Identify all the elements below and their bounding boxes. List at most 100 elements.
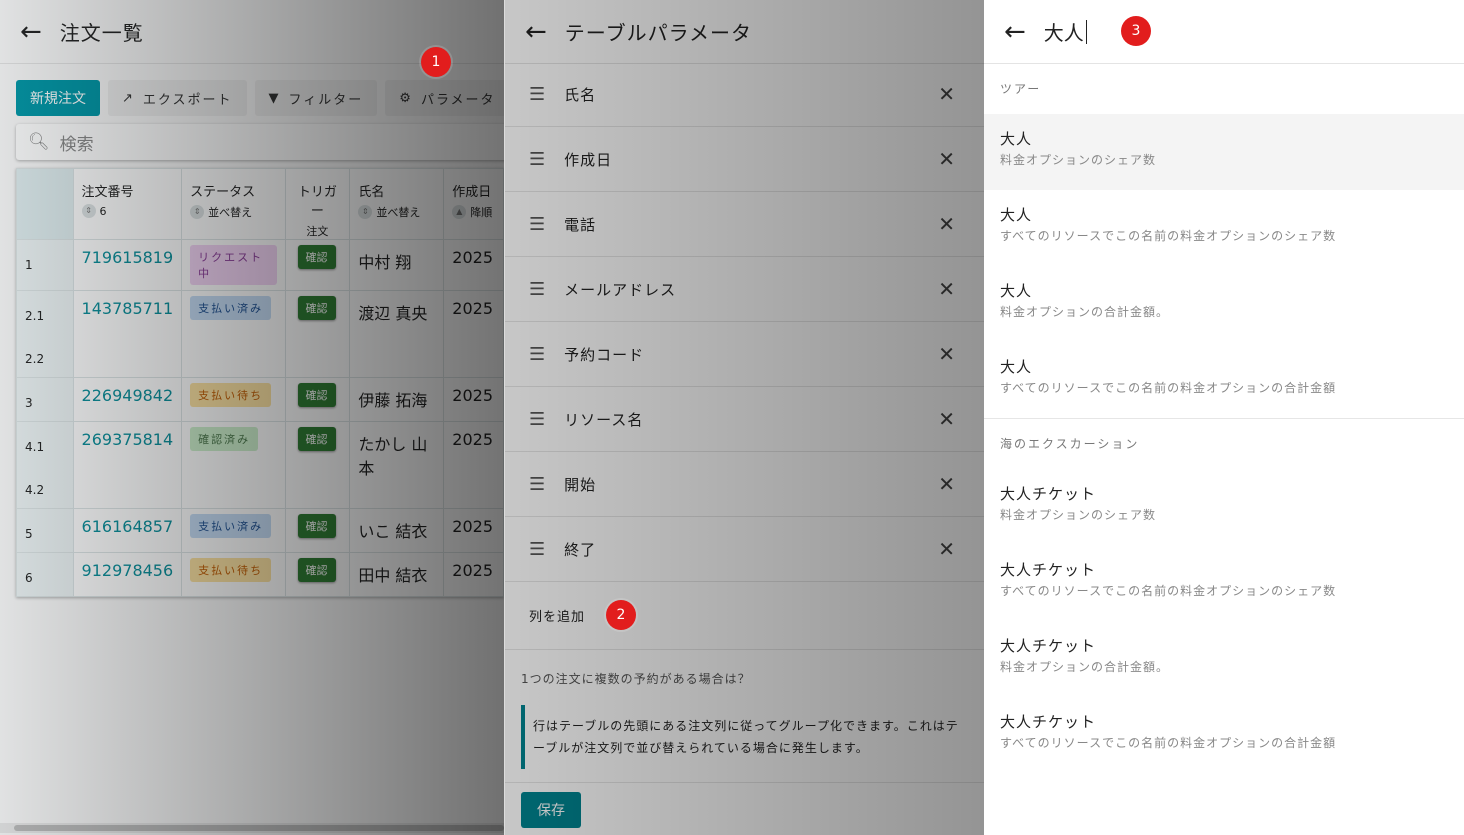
column-item[interactable]: ☰ 開始 ✕ xyxy=(505,452,984,517)
horizontal-scrollbar[interactable] xyxy=(0,823,504,833)
column-item[interactable]: ☰ 予約コード ✕ xyxy=(505,322,984,387)
order-number-link[interactable]: 616164857 xyxy=(82,517,174,536)
created-cell: 2025 xyxy=(443,552,504,597)
option-label: 大人チケット xyxy=(1000,485,1097,503)
row-number-label: 1 xyxy=(25,257,33,272)
back-arrow-icon[interactable]: ← xyxy=(1004,19,1026,45)
table-parameters-panel: ← テーブルパラメータ ☰ 氏名 ✕ ☰ 作成日 ✕ ☰ 電話 ✕ ☰ メールアドレス ✕ ☰ 予約コード… xyxy=(504,0,984,835)
parameters-header: ← テーブルパラメータ xyxy=(505,0,984,64)
drag-handle-icon[interactable]: ☰ xyxy=(529,84,546,105)
drag-handle-icon[interactable]: ☰ xyxy=(529,214,546,235)
status-cell: 支払い待ち xyxy=(181,377,286,422)
table-row[interactable]: 6 912978456 支払い待ち 確認 田中 結衣 2025 xyxy=(16,552,504,597)
close-icon[interactable]: ✕ xyxy=(938,82,956,106)
back-arrow-icon[interactable]: ← xyxy=(20,19,42,45)
table-row[interactable]: 3 226949842 支払い待ち 確認 伊藤 拓海 2025 xyxy=(16,377,504,422)
order-number-link[interactable]: 912978456 xyxy=(82,561,174,580)
column-item[interactable]: ☰ リソース名 ✕ xyxy=(505,387,984,452)
drag-handle-icon[interactable]: ☰ xyxy=(529,474,546,495)
table-row[interactable]: 5 616164857 支払い済み 確認 いこ 結衣 2025 xyxy=(16,508,504,553)
option-description: 料金オプションのシェア数 xyxy=(1000,153,1157,167)
column-header[interactable]: 氏名 ⇕ 並べ替え xyxy=(349,168,445,240)
drag-handle-icon[interactable]: ☰ xyxy=(529,279,546,300)
status-cell: 支払い済み xyxy=(181,508,286,553)
column-item[interactable]: ☰ 電話 ✕ xyxy=(505,192,984,257)
column-header[interactable]: ステータス ⇕ 並べ替え xyxy=(181,168,286,240)
column-search-input[interactable]: 大人 xyxy=(1044,17,1087,46)
order-number-link[interactable]: 226949842 xyxy=(82,386,174,405)
drag-handle-icon[interactable]: ☰ xyxy=(529,344,546,365)
order-number-link[interactable]: 719615819 xyxy=(82,248,174,267)
column-item[interactable]: ☰ 氏名 ✕ xyxy=(505,62,984,127)
marker-3: 3 xyxy=(1121,16,1151,46)
column-header-sort[interactable]: 注文 xyxy=(294,223,342,239)
column-label: 予約コード xyxy=(564,345,645,364)
option-item[interactable]: 大人 すべてのリソースでこの名前の料金オプションの合計金額 xyxy=(984,342,1464,418)
close-icon[interactable]: ✕ xyxy=(938,537,956,561)
confirm-button[interactable]: 確認 xyxy=(297,383,336,407)
sort-asc-icon: ▲ xyxy=(452,205,467,219)
option-item[interactable]: 大人チケット すべてのリソースでこの名前の料金オプションの合計金額 xyxy=(984,697,1464,773)
row-number-header xyxy=(16,168,74,240)
close-icon[interactable]: ✕ xyxy=(938,407,956,431)
add-column-button[interactable]: 列を追加 xyxy=(505,582,984,650)
drag-handle-icon[interactable]: ☰ xyxy=(529,409,546,430)
column-item[interactable]: ☰ 作成日 ✕ xyxy=(505,127,984,192)
column-header-sort[interactable]: ⇕ 並べ替え xyxy=(190,204,276,220)
column-header-sort[interactable]: ⇕ 6 xyxy=(81,204,174,218)
column-header[interactable]: 作成日 ▲ 降順 xyxy=(443,168,504,240)
column-list: ☰ 氏名 ✕ ☰ 作成日 ✕ ☰ 電話 ✕ ☰ メールアドレス ✕ ☰ 予約コード ✕ ☰ リソース名 ✕ ☰ 開始 ✕… xyxy=(505,62,984,582)
confirm-button[interactable]: 確認 xyxy=(297,245,336,269)
confirm-button[interactable]: 確認 xyxy=(297,296,336,320)
column-header-label: ステータス xyxy=(190,185,256,200)
back-arrow-icon[interactable]: ← xyxy=(525,19,547,45)
option-item[interactable]: 大人チケット すべてのリソースでこの名前の料金オプションのシェア数 xyxy=(984,545,1464,621)
order-number-link[interactable]: 269375814 xyxy=(82,430,174,449)
option-item[interactable]: 大人 料金オプションの合計金額。 xyxy=(984,266,1464,342)
status-badge: 確認済み xyxy=(190,427,259,451)
close-icon[interactable]: ✕ xyxy=(938,472,956,496)
close-icon[interactable]: ✕ xyxy=(938,212,956,236)
option-item[interactable]: 大人チケット 料金オプションのシェア数 xyxy=(984,469,1464,545)
order-number-cell[interactable]: 226949842 xyxy=(72,377,183,422)
save-button[interactable]: 保存 xyxy=(521,792,581,828)
column-header-sort[interactable]: ▲ 降順 xyxy=(452,204,495,220)
order-number-cell[interactable]: 143785711 xyxy=(72,290,183,378)
option-item[interactable]: 大人 料金オプションのシェア数 xyxy=(984,114,1464,190)
confirm-button[interactable]: 確認 xyxy=(297,558,336,582)
column-item[interactable]: ☰ メールアドレス ✕ xyxy=(505,257,984,322)
drag-handle-icon[interactable]: ☰ xyxy=(529,149,546,170)
table-row[interactable]: 2.1 2.2 143785711 支払い済み 確認 渡辺 真央 2025 xyxy=(16,290,504,378)
name-cell: 渡辺 真央 xyxy=(349,290,445,378)
new-order-button[interactable]: 新規注文 xyxy=(16,80,100,116)
order-number-cell[interactable]: 616164857 xyxy=(72,508,183,553)
export-button[interactable]: ↗ エクスポート xyxy=(108,80,247,116)
order-number-link[interactable]: 143785711 xyxy=(82,299,174,318)
column-label: リソース名 xyxy=(564,410,644,429)
column-item[interactable]: ☰ 終了 ✕ xyxy=(505,517,984,582)
confirm-button[interactable]: 確認 xyxy=(297,427,336,451)
order-number-cell[interactable]: 719615819 xyxy=(72,239,183,291)
scrollbar-thumb[interactable] xyxy=(14,825,504,831)
option-item[interactable]: 大人 すべてのリソースでこの名前の料金オプションのシェア数 xyxy=(984,190,1464,266)
option-item[interactable]: 大人チケット 料金オプションの合計金額。 xyxy=(984,621,1464,697)
drag-handle-icon[interactable]: ☰ xyxy=(529,539,546,560)
search-input[interactable]: 🔍︎ 検索 xyxy=(16,124,504,160)
close-icon[interactable]: ✕ xyxy=(938,277,956,301)
column-header[interactable]: トリガー 注文 xyxy=(284,168,351,240)
order-number-cell[interactable]: 912978456 xyxy=(72,552,183,597)
close-icon[interactable]: ✕ xyxy=(938,342,956,366)
confirm-button[interactable]: 確認 xyxy=(297,514,336,538)
order-number-cell[interactable]: 269375814 xyxy=(72,421,183,509)
table-row[interactable]: 4.1 4.2 269375814 確認済み 確認 たかし 山本 2025 xyxy=(16,421,504,509)
table-row[interactable]: 1 719615819 リクエスト中 確認 中村 翔 2025 xyxy=(16,239,504,291)
save-label: 保存 xyxy=(537,803,565,819)
column-picker-panel: ← 大人 ツアー 大人 料金オプションのシェア数 大人 すべてのリソースでこの名前の料金… xyxy=(984,0,1464,835)
close-icon[interactable]: ✕ xyxy=(938,147,956,171)
sort-label: 注文 xyxy=(306,225,329,238)
column-header[interactable]: 注文番号 ⇕ 6 xyxy=(72,168,183,240)
parameters-button[interactable]: ⚙ パラメータ xyxy=(385,80,504,116)
filter-button[interactable]: ▼ フィルター xyxy=(254,80,378,116)
column-header-sort[interactable]: ⇕ 並べ替え xyxy=(358,204,435,220)
sort-icon: ⇕ xyxy=(190,205,205,219)
